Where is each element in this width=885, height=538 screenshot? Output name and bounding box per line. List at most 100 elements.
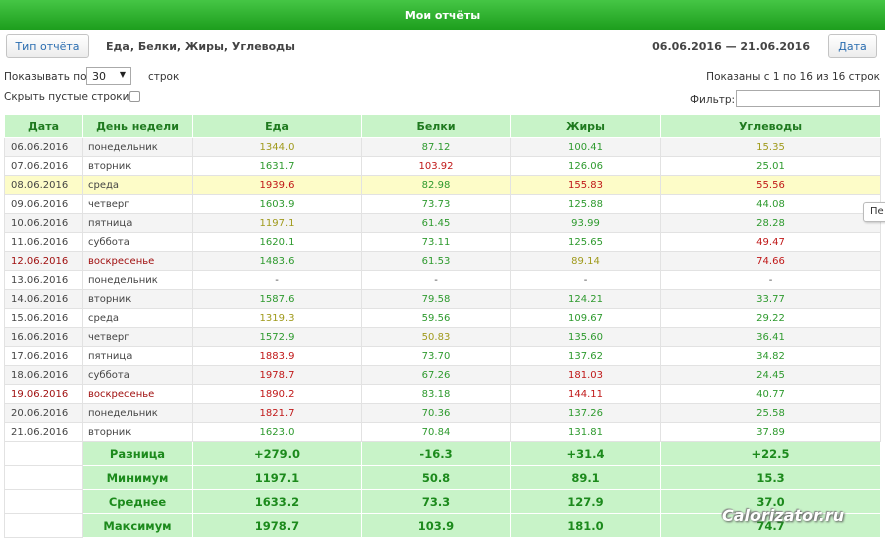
cell-protein: 70.84 (361, 422, 511, 442)
cell-food: 1483.6 (192, 251, 362, 271)
summary-carbs: +22.5 (660, 441, 881, 466)
table-row[interactable]: 14.06.2016 вторник 1587.6 79.58 124.21 33.77 (4, 289, 881, 309)
table-row[interactable]: 09.06.2016 четверг 1603.9 73.73 125.88 44.08 (4, 194, 881, 214)
cell-date: 15.06.2016 (4, 308, 83, 328)
window-title: Мои отчёты (0, 0, 885, 30)
cell-food: 1890.2 (192, 384, 362, 404)
table-row[interactable]: 11.06.2016 суббота 1620.1 73.11 125.65 49.47 (4, 232, 881, 252)
cell-protein: 61.45 (361, 213, 511, 233)
summary-food: 1197.1 (192, 465, 362, 490)
rows-per-page-select[interactable]: 30 ▼ (86, 67, 131, 85)
cell-date: 12.06.2016 (4, 251, 83, 271)
cell-protein: 73.70 (361, 346, 511, 366)
table-row[interactable]: 21.06.2016 вторник 1623.0 70.84 131.81 37.89 (4, 422, 881, 442)
cell-protein: 67.26 (361, 365, 511, 385)
cell-food: - (192, 270, 362, 290)
cell-weekday: вторник (82, 156, 193, 176)
cell-food: 1319.3 (192, 308, 362, 328)
cell-food: 1631.7 (192, 156, 362, 176)
cell-fat: 100.41 (510, 137, 661, 157)
column-header-food[interactable]: Еда (192, 114, 362, 138)
cell-protein: 87.12 (361, 137, 511, 157)
show-rows-label: Показывать по (4, 71, 87, 83)
column-header-fat[interactable]: Жиры (510, 114, 661, 138)
cell-protein: 73.11 (361, 232, 511, 252)
cell-fat: 124.21 (510, 289, 661, 309)
date-button[interactable]: Дата (828, 34, 877, 58)
watermark-logo: Calorizator.ru (722, 506, 845, 525)
table-row[interactable]: 19.06.2016 воскресенье 1890.2 83.18 144.11 40… (4, 384, 881, 404)
cell-carbs: 74.66 (660, 251, 881, 271)
summary-fat: 181.0 (510, 513, 661, 538)
summary-food: 1633.2 (192, 489, 362, 514)
cell-carbs: 34.82 (660, 346, 881, 366)
column-header-weekday[interactable]: День недели (82, 114, 193, 138)
table-info: Показаны с 1 по 16 из 16 строк (706, 71, 880, 83)
cell-food: 1978.7 (192, 365, 362, 385)
table-row[interactable]: 07.06.2016 вторник 1631.7 103.92 126.06 25.01 (4, 156, 881, 176)
cell-fat: 155.83 (510, 175, 661, 195)
cell-protein: 83.18 (361, 384, 511, 404)
cell-date: 14.06.2016 (4, 289, 83, 309)
cell-food: 1620.1 (192, 232, 362, 252)
cell-protein: 82.98 (361, 175, 511, 195)
cell-date: 17.06.2016 (4, 346, 83, 366)
cell-weekday: пятница (82, 213, 193, 233)
cell-carbs: 25.58 (660, 403, 881, 423)
cell-date: 20.06.2016 (4, 403, 83, 423)
cell-date: 13.06.2016 (4, 270, 83, 290)
filter-label: Фильтр: (690, 94, 736, 106)
cell-carbs: 25.01 (660, 156, 881, 176)
table-row[interactable]: 18.06.2016 суббота 1978.7 67.26 181.03 24.45 (4, 365, 881, 385)
report-table: Дата День недели Еда Белки Жиры Углеводы… (4, 114, 881, 538)
cell-date: 11.06.2016 (4, 232, 83, 252)
table-row[interactable]: 13.06.2016 понедельник - - - - (4, 270, 881, 290)
table-row[interactable]: 20.06.2016 понедельник 1821.7 70.36 137.26 25… (4, 403, 881, 423)
table-row[interactable]: 10.06.2016 пятница 1197.1 61.45 93.99 28.28 (4, 213, 881, 233)
cell-food: 1197.1 (192, 213, 362, 233)
summary-protein: 103.9 (361, 513, 511, 538)
table-row[interactable]: 08.06.2016 среда 1939.6 82.98 155.83 55.56 (4, 175, 881, 195)
cell-fat: 144.11 (510, 384, 661, 404)
report-type-button[interactable]: Тип отчёта (6, 34, 89, 58)
cell-weekday: понедельник (82, 403, 193, 423)
report-title: Еда, Белки, Жиры, Углеводы (106, 40, 296, 53)
column-header-protein[interactable]: Белки (361, 114, 511, 138)
summary-label: Разница (82, 441, 193, 466)
cell-protein: 103.92 (361, 156, 511, 176)
summary-protein: 50.8 (361, 465, 511, 490)
summary-carbs: 15.3 (660, 465, 881, 490)
summary-fat: +31.4 (510, 441, 661, 466)
cell-carbs: 37.89 (660, 422, 881, 442)
cell-weekday: четверг (82, 194, 193, 214)
cell-protein: 61.53 (361, 251, 511, 271)
table-row[interactable]: 12.06.2016 воскресенье 1483.6 61.53 89.14 74.… (4, 251, 881, 271)
cell-protein: - (361, 270, 511, 290)
cell-carbs: 44.08 (660, 194, 881, 214)
cell-weekday: пятница (82, 346, 193, 366)
summary-protein: -16.3 (361, 441, 511, 466)
cell-weekday: суббота (82, 365, 193, 385)
cell-weekday: среда (82, 175, 193, 195)
cell-fat: 135.60 (510, 327, 661, 347)
table-row[interactable]: 17.06.2016 пятница 1883.9 73.70 137.62 34.82 (4, 346, 881, 366)
cell-fat: 131.81 (510, 422, 661, 442)
summary-row: Минимум 1197.1 50.8 89.1 15.3 (4, 465, 881, 490)
hide-empty-rows-checkbox[interactable] (129, 91, 140, 102)
cell-date: 18.06.2016 (4, 365, 83, 385)
summary-spacer (4, 489, 83, 514)
cell-carbs: 24.45 (660, 365, 881, 385)
cell-carbs: 49.47 (660, 232, 881, 252)
date-range: 06.06.2016 — 21.06.2016 (652, 40, 810, 53)
table-row[interactable]: 06.06.2016 понедельник 1344.0 87.12 100.41 15… (4, 137, 881, 157)
dropdown-arrow-icon: ▼ (119, 70, 126, 79)
column-header-carbs[interactable]: Углеводы (660, 114, 881, 138)
column-header-date[interactable]: Дата (4, 114, 83, 138)
rows-suffix-label: строк (148, 71, 180, 83)
filter-input[interactable] (736, 90, 880, 107)
table-row[interactable]: 16.06.2016 четверг 1572.9 50.83 135.60 36.41 (4, 327, 881, 347)
table-row[interactable]: 15.06.2016 среда 1319.3 59.56 109.67 29.22 (4, 308, 881, 328)
summary-label: Среднее (82, 489, 193, 514)
cell-fat: 125.65 (510, 232, 661, 252)
tooltip: Пе (863, 202, 885, 222)
